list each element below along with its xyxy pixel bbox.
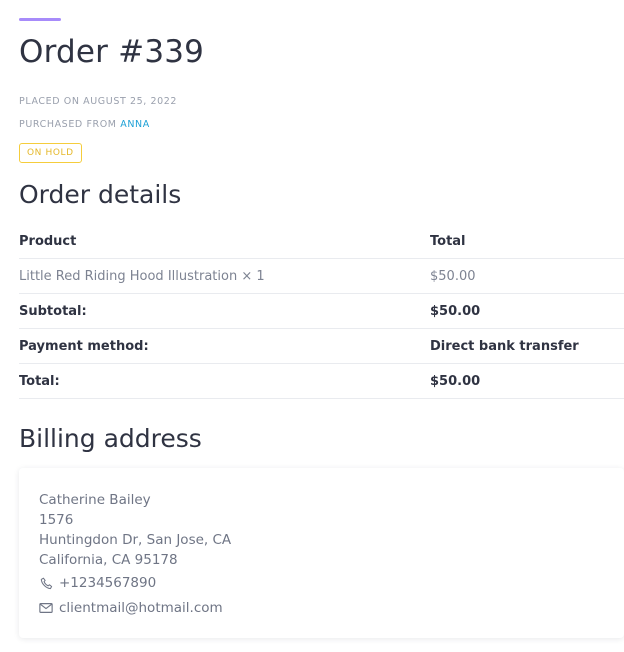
column-header-total: Total xyxy=(430,224,624,259)
order-page: Order #339 PLACED ON AUGUST 25, 2022 PUR… xyxy=(0,0,624,652)
billing-name: Catherine Bailey xyxy=(39,492,151,508)
billing-address-line-2: Huntingdon Dr, San Jose, CA xyxy=(39,532,232,548)
table-row: Subtotal: $50.00 xyxy=(19,293,624,329)
table-row: Total: $50.00 xyxy=(19,363,624,399)
payment-method-value: Direct bank transfer xyxy=(430,328,624,364)
table-header-row: Product Total xyxy=(19,224,624,259)
envelope-icon xyxy=(39,601,53,615)
purchased-from-label: PURCHASED FROM xyxy=(19,119,117,130)
phone-icon xyxy=(39,576,53,590)
order-details-title: Order details xyxy=(19,180,182,209)
billing-phone: +1234567890 xyxy=(39,573,604,593)
purchased-from: PURCHASED FROM ANNA xyxy=(19,119,150,131)
vendor-link[interactable]: ANNA xyxy=(120,119,150,130)
product-total: $50.00 xyxy=(430,258,624,294)
column-header-product: Product xyxy=(19,224,430,259)
subtotal-value: $50.00 xyxy=(430,293,624,329)
billing-address-line-3: California, CA 95178 xyxy=(39,552,178,568)
billing-address-title: Billing address xyxy=(19,424,202,453)
payment-method-label: Payment method: xyxy=(19,328,430,364)
product-name: Little Red Riding Hood Illustration × 1 xyxy=(19,258,430,294)
title-accent-bar xyxy=(19,18,61,21)
billing-address-line-1: 1576 xyxy=(39,512,74,528)
email-address[interactable]: clientmail@hotmail.com xyxy=(59,598,223,618)
status-badge: ON HOLD xyxy=(19,143,82,163)
product-link[interactable]: Little Red Riding Hood Illustration × 1 xyxy=(19,269,265,284)
phone-number[interactable]: +1234567890 xyxy=(59,573,156,593)
billing-email: clientmail@hotmail.com xyxy=(39,598,604,618)
table-row: Payment method: Direct bank transfer xyxy=(19,328,624,364)
total-label: Total: xyxy=(19,363,430,399)
total-value: $50.00 xyxy=(430,363,624,399)
billing-address-card: Catherine Bailey 1576 Huntingdon Dr, San… xyxy=(19,468,624,638)
order-details-table: Product Total Little Red Riding Hood Ill… xyxy=(19,224,624,399)
page-title: Order #339 xyxy=(19,34,205,70)
table-row: Little Red Riding Hood Illustration × 1 … xyxy=(19,258,624,294)
subtotal-label: Subtotal: xyxy=(19,293,430,329)
order-placed-date: PLACED ON AUGUST 25, 2022 xyxy=(19,96,178,107)
